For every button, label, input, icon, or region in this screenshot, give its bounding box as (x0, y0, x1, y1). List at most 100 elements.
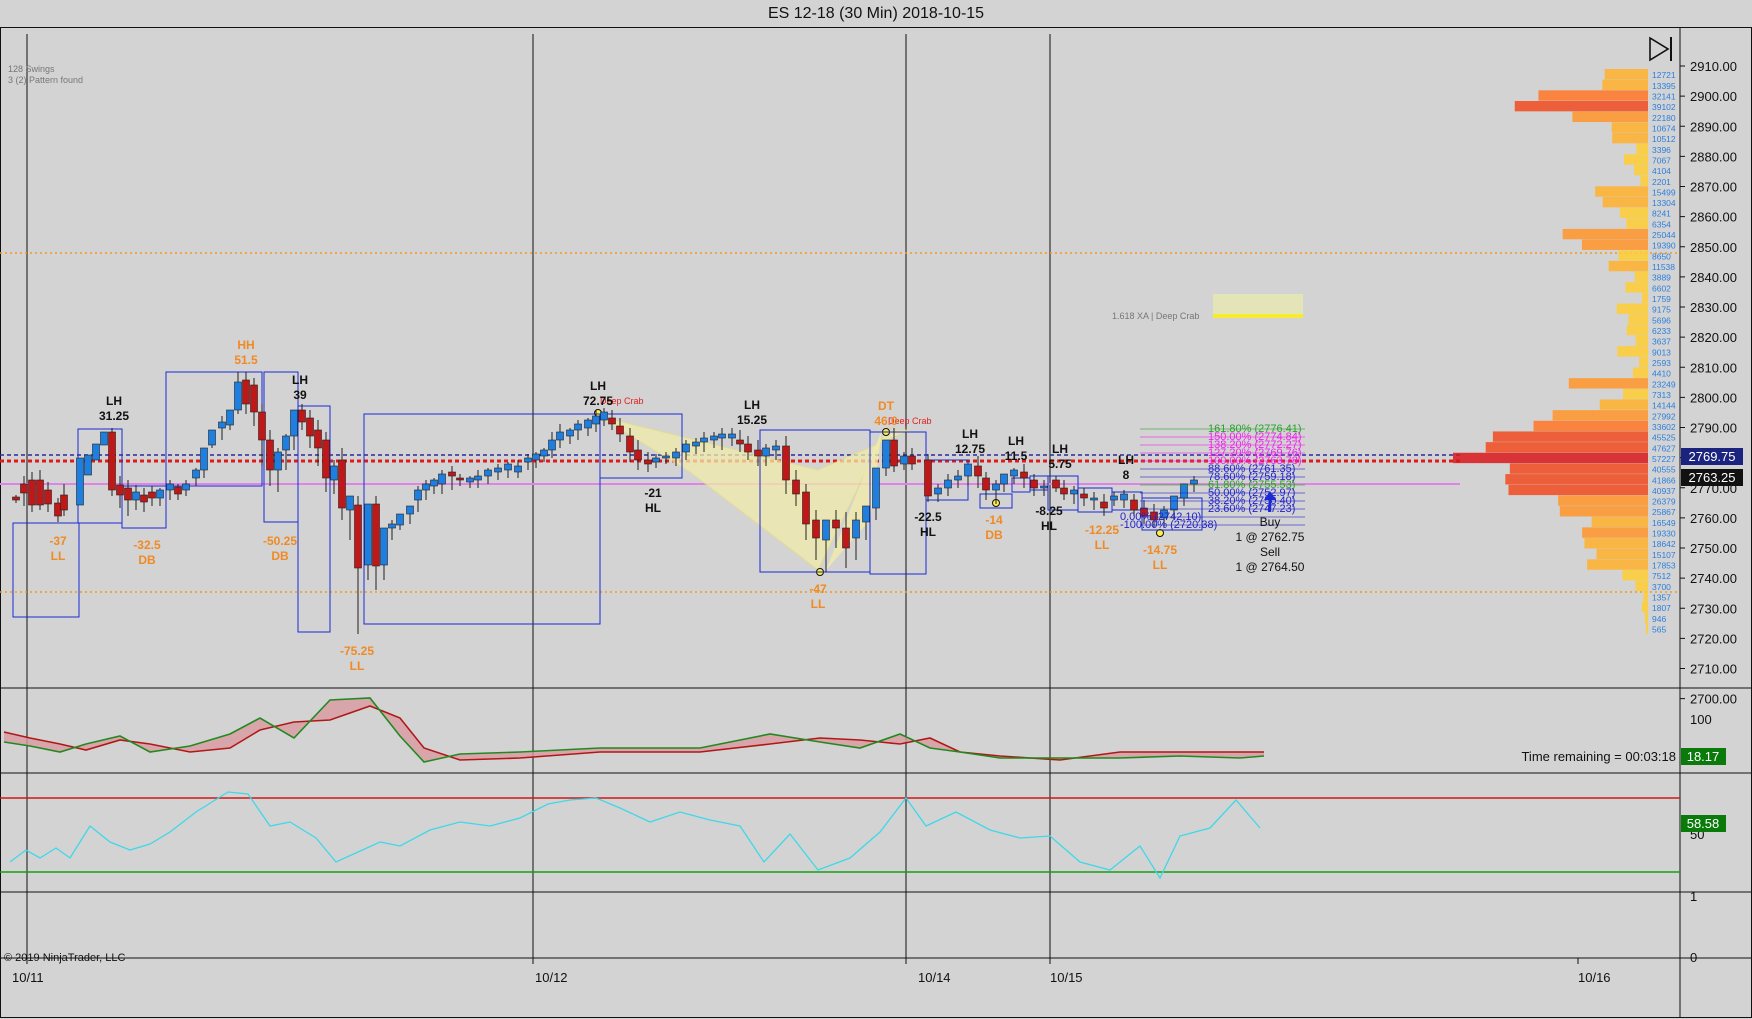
candle-body (700, 437, 708, 443)
candle-body (974, 465, 982, 477)
volume-profile-bar (1622, 570, 1648, 581)
candle-body (652, 457, 660, 463)
panel4-axis-label: 1 (1690, 889, 1697, 904)
candle-body (524, 457, 532, 463)
volume-profile-bar (1558, 495, 1648, 506)
swing-label-type: LL (811, 597, 826, 611)
candle-body (338, 459, 346, 509)
candle-body (100, 431, 108, 446)
volume-profile-bar (1618, 250, 1648, 261)
candle-body (380, 527, 388, 566)
volume-profile-bar (1623, 388, 1648, 400)
volume-profile-bar (1514, 100, 1648, 112)
candle-body (234, 381, 242, 411)
volume-profile-value: 40555 (1652, 465, 1676, 475)
candle-body (282, 435, 290, 451)
volume-profile-value: 40937 (1652, 486, 1676, 496)
candle-body (710, 435, 718, 441)
candle-body (954, 475, 962, 481)
volume-profile-bar (1552, 410, 1648, 421)
candle-body (1100, 501, 1108, 509)
candle-body (422, 483, 430, 491)
volume-profile-value: 13304 (1652, 198, 1676, 208)
price-tick-label: 2730.00 (1690, 601, 1737, 616)
candle-body (736, 439, 744, 445)
candle-body (644, 459, 652, 465)
candle-body (574, 423, 582, 431)
price-tick-label: 2810.00 (1690, 360, 1737, 375)
volume-profile-value: 19390 (1652, 241, 1676, 251)
volume-profile-value: 23249 (1652, 379, 1676, 389)
candle-body (474, 475, 482, 481)
candle-body (1090, 497, 1098, 501)
volume-profile-value: 25044 (1652, 230, 1676, 240)
volume-profile-bar (1599, 399, 1648, 410)
candle-body (140, 494, 148, 503)
candle-body (92, 443, 100, 461)
volume-profile-bar (1643, 591, 1648, 602)
skip-end-icon[interactable] (1649, 36, 1672, 62)
candle-body (718, 433, 726, 439)
pattern-count-text: 3 (2) Pattern found (8, 75, 83, 85)
volume-profile-value: 3637 (1652, 337, 1671, 347)
volume-profile-value: 6602 (1652, 283, 1671, 293)
volume-profile-bar (1509, 463, 1648, 474)
price-tick-label: 2900.00 (1690, 89, 1737, 104)
candle-body (330, 465, 338, 481)
time-remaining-text: Time remaining = 00:03:18 (1521, 749, 1676, 764)
price-tick-label: 2860.00 (1690, 210, 1737, 225)
swing-label-value: LH (292, 373, 308, 387)
candle-body (166, 483, 174, 491)
volume-profile-bar (1572, 111, 1648, 123)
candle-body (1010, 469, 1018, 477)
volume-profile-bar (1596, 548, 1648, 560)
volume-profile-value: 32141 (1652, 91, 1676, 101)
swing-label-type: 31.25 (99, 409, 129, 423)
candle-body (346, 495, 354, 511)
candle-body (218, 421, 226, 429)
swing-label-value: -21 (644, 486, 662, 500)
candle-body (1020, 471, 1028, 479)
price-tick-label: 2870.00 (1690, 180, 1737, 195)
price-tick-label: 2880.00 (1690, 149, 1737, 164)
volume-profile-value: 6354 (1652, 219, 1671, 229)
volume-profile-value: 6233 (1652, 326, 1671, 336)
candle-body (802, 491, 810, 525)
candle-body (156, 489, 164, 499)
price-tick-label: 2890.00 (1690, 119, 1737, 134)
candle-body (812, 519, 820, 539)
swing-label-type: 8 (1123, 468, 1130, 482)
volume-profile-value: 11538 (1652, 262, 1675, 272)
candle-body (1110, 495, 1118, 501)
price-tick-label: 2720.00 (1690, 631, 1737, 646)
volume-profile-value: 1759 (1652, 294, 1671, 304)
candle-body (982, 477, 990, 491)
price-tick-label: 2850.00 (1690, 240, 1737, 255)
swing-label-type: LL (1153, 558, 1168, 572)
volume-profile-value: 565 (1652, 625, 1666, 635)
candle-body (76, 457, 84, 506)
volume-profile-value: 2201 (1652, 177, 1671, 187)
target-zone (1213, 294, 1303, 318)
volume-profile-value: 1807 (1652, 603, 1671, 613)
candle-body (882, 439, 890, 469)
volume-profile-value: 4410 (1652, 369, 1671, 379)
candle-body (762, 447, 770, 457)
ninjatrader-chart-window[interactable]: ES 12-18 (30 Min) 2018-10-15 2910.00 2900… (0, 0, 1752, 1019)
price-tick-label: 2710.00 (1690, 662, 1737, 677)
volume-profile-bar (1591, 516, 1648, 528)
time-axis-label: 10/16 (1578, 970, 1611, 985)
candle-body (908, 455, 916, 465)
candle-body (484, 469, 492, 477)
volume-profile-bar (1632, 367, 1648, 378)
volume-profile-value: 16549 (1652, 518, 1676, 528)
volume-profile-bar (1559, 506, 1648, 517)
candle-body (1080, 493, 1088, 499)
candle-body (438, 473, 446, 485)
swing-label-value: LH (106, 394, 122, 408)
panel4-axis-label: 0 (1690, 950, 1697, 965)
volume-profile-value: 12721 (1652, 70, 1676, 80)
swing-label-value: LH (1052, 442, 1068, 456)
candle-body (566, 429, 574, 437)
chart-canvas[interactable]: 2910.00 2900.00 2890.00 2880.00 2870.00 2860.… (0, 0, 1752, 1019)
